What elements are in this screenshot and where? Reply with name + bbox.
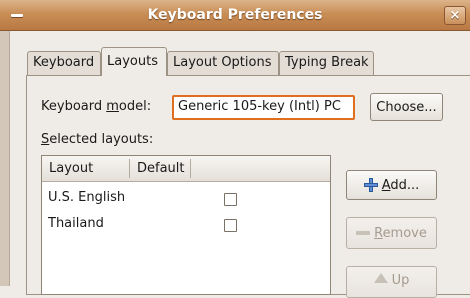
tab-typing-break[interactable]: Typing Break <box>279 51 374 75</box>
column-separator <box>190 159 191 178</box>
tab-label: Typing Break <box>285 55 369 70</box>
layout-name: U.S. English <box>48 190 126 205</box>
tab-layout-options[interactable]: Layout Options <box>167 51 279 75</box>
window-frame-left <box>0 31 10 286</box>
list-row-us-english[interactable]: U.S. English <box>42 186 330 212</box>
column-header-layout[interactable]: Layout <box>49 161 93 176</box>
close-icon: × <box>449 8 461 23</box>
plus-icon <box>363 178 378 192</box>
add-button-label: Add... <box>381 177 420 193</box>
up-arrow-icon <box>373 273 388 283</box>
minus-icon <box>356 231 371 235</box>
column-header-default[interactable]: Default <box>137 161 185 176</box>
tab-layouts[interactable]: Layouts <box>101 47 167 76</box>
column-separator <box>129 159 130 178</box>
keyboard-model-field[interactable]: Generic 105-key (Intl) PC <box>172 95 355 120</box>
layout-name: Thailand <box>48 216 104 231</box>
choose-button[interactable]: Choose... <box>370 93 443 121</box>
keyboard-model-label: Keyboard model: <box>41 99 152 114</box>
remove-button-label: Remove <box>374 225 427 241</box>
list-header: Layout Default <box>42 156 330 182</box>
tab-label: Layouts <box>107 54 158 69</box>
close-button[interactable]: × <box>444 6 466 25</box>
tab-keyboard[interactable]: Keyboard <box>27 51 101 75</box>
default-checkbox[interactable] <box>224 193 237 206</box>
remove-button[interactable]: Remove <box>346 217 437 249</box>
add-button[interactable]: Add... <box>346 170 437 200</box>
list-row-thailand[interactable]: Thailand <box>42 212 330 238</box>
tab-label: Layout Options <box>173 55 272 70</box>
title-bar[interactable]: Keyboard Preferences × <box>0 0 470 31</box>
up-button[interactable]: Up <box>346 266 437 298</box>
layouts-list[interactable]: Layout Default U.S. English Thailand <box>41 155 331 295</box>
selected-layouts-label: Selected layouts: <box>41 132 154 147</box>
window-title: Keyboard Preferences <box>147 7 323 23</box>
default-checkbox[interactable] <box>224 219 237 232</box>
tab-label: Keyboard <box>33 55 95 70</box>
